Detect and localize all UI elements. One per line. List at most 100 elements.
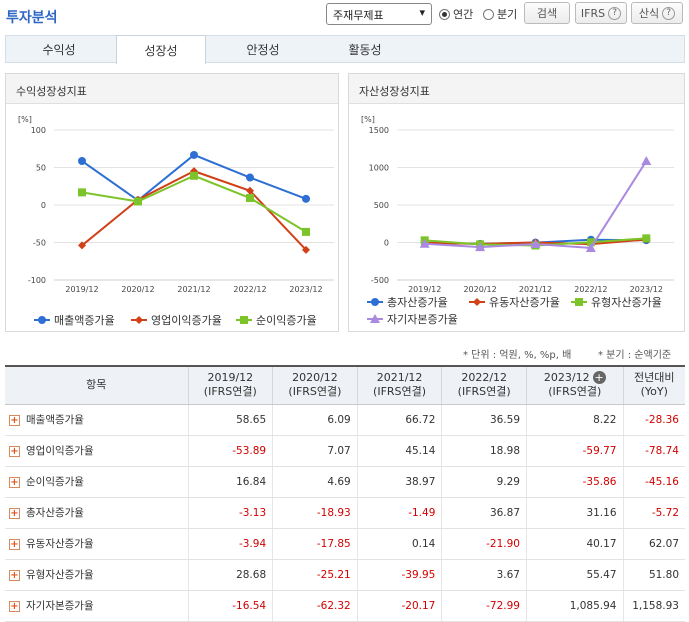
data-point-square bbox=[302, 227, 310, 236]
radio-unchecked-icon bbox=[483, 8, 494, 20]
data-point-diamond bbox=[135, 316, 143, 324]
value-cell: -45.16 bbox=[622, 466, 685, 498]
statement-select-value: 주재무제표 bbox=[333, 9, 384, 22]
search-button-label: 검색 bbox=[536, 7, 558, 20]
tab-activity[interactable]: 활동성 bbox=[320, 36, 410, 63]
value-cell: -53.89 bbox=[187, 435, 273, 467]
data-point-circle bbox=[371, 298, 379, 306]
y-tick-label: 500 bbox=[374, 201, 389, 210]
header-label: 2023/12 bbox=[543, 371, 590, 385]
expand-plus-icon[interactable]: + bbox=[9, 507, 20, 519]
x-tick-label: 2020/12 bbox=[463, 285, 496, 294]
tab-label: 수익성 bbox=[42, 43, 76, 57]
y-tick-label: 1000 bbox=[369, 164, 389, 173]
expand-plus-icon[interactable]: + bbox=[9, 445, 20, 457]
value-cell: 0.14 bbox=[356, 528, 442, 560]
header-label: 2021/12 bbox=[376, 371, 423, 385]
ifrs-button[interactable]: IFRS? bbox=[575, 2, 627, 24]
header-2019: 2019/12 (IFRS연결) bbox=[187, 366, 273, 405]
expand-plus-icon[interactable]: + bbox=[9, 476, 20, 488]
x-tick-label: 2019/12 bbox=[65, 285, 98, 294]
value-cell: 7.07 bbox=[272, 435, 358, 467]
value-cell: -72.99 bbox=[441, 590, 527, 622]
row-label: 유동자산증가율 bbox=[26, 538, 94, 550]
table-row: + 총자산증가율 -3.13 -18.93 -1.49 36.87 31.16 -5.72 bbox=[5, 497, 685, 529]
value-cell: 6.09 bbox=[272, 404, 358, 436]
value-cell: -16.54 bbox=[187, 590, 273, 622]
row-label-cell: + 유형자산증가율 bbox=[5, 559, 188, 591]
header-2022: 2022/12 (IFRS연결) bbox=[441, 366, 527, 405]
radio-quarter-label: 분기 bbox=[497, 8, 518, 21]
table-header-row: 항목 2019/12 (IFRS연결) 2020/12 (IFRS연결) 2021/… bbox=[5, 366, 685, 405]
y-tick-label: 0 bbox=[384, 239, 389, 248]
y-tick-label: -100 bbox=[28, 276, 46, 285]
expand-plus-icon[interactable]: + bbox=[9, 569, 20, 581]
y-axis-unit: [%] bbox=[361, 115, 375, 124]
chart-panel-profit: 수익성장성지표 [%] 100 50 0 -50 -100 2019/12 2020/12 20… bbox=[5, 73, 339, 332]
tab-growth[interactable]: 성장성 bbox=[116, 35, 206, 64]
table-row: + 매출액증가율 58.65 6.09 66.72 36.59 8.22 -28.36 bbox=[5, 404, 685, 436]
value-cell: 40.17 bbox=[526, 528, 623, 560]
radio-quarter[interactable]: 분기 bbox=[483, 6, 517, 22]
radio-annual[interactable]: 연간 bbox=[439, 6, 473, 22]
row-label: 자기자본증가율 bbox=[26, 600, 94, 612]
asset-growth-chart: [%] 1500 1000 500 0 -500 2019/12 2020/12 2021/12… bbox=[361, 115, 674, 326]
x-tick-label: 2022/12 bbox=[233, 285, 266, 294]
y-tick-label: -500 bbox=[371, 276, 389, 285]
data-point-square bbox=[240, 316, 248, 324]
value-cell: 51.80 bbox=[622, 559, 685, 591]
legend-label: 순이익증가율 bbox=[256, 314, 317, 327]
legend-label: 자기자본증가율 bbox=[387, 313, 458, 326]
help-icon: ? bbox=[608, 6, 622, 20]
value-cell: -78.74 bbox=[622, 435, 685, 467]
value-cell: 1,158.93 bbox=[622, 590, 685, 622]
value-cell: -5.72 bbox=[622, 497, 685, 529]
row-label-cell: + 총자산증가율 bbox=[5, 497, 188, 529]
data-point-square bbox=[642, 234, 651, 243]
expand-plus-icon[interactable]: + bbox=[9, 600, 20, 612]
header-2023: 2023/12 + (IFRS연결) bbox=[526, 366, 623, 405]
data-point-circle bbox=[38, 316, 46, 324]
tab-bar: 수익성 성장성 안정성 활동성 bbox=[5, 35, 685, 64]
value-cell: 3.67 bbox=[441, 559, 527, 591]
tab-stability[interactable]: 안정성 bbox=[218, 36, 308, 63]
header-item: 항목 bbox=[5, 366, 188, 405]
chart-title: 자산성장성지표 bbox=[349, 74, 684, 104]
y-axis-unit: [%] bbox=[18, 115, 32, 124]
data-point-square bbox=[575, 298, 583, 306]
statement-select[interactable]: 주재무제표 ▾ bbox=[326, 3, 432, 25]
expand-plus-icon[interactable]: + bbox=[592, 371, 606, 385]
header-sublabel: (IFRS연결) bbox=[373, 385, 427, 399]
data-point-square bbox=[78, 188, 86, 197]
y-tick-label: 100 bbox=[31, 126, 46, 135]
data-point-square bbox=[246, 194, 254, 203]
y-tick-label: 1500 bbox=[369, 126, 389, 135]
value-cell: 36.87 bbox=[441, 497, 527, 529]
legend-label: 유형자산증가율 bbox=[591, 296, 662, 309]
ifrs-button-label: IFRS bbox=[580, 6, 606, 20]
header-2020: 2020/12 (IFRS연결) bbox=[272, 366, 358, 405]
x-tick-label: 2023/12 bbox=[630, 285, 663, 294]
data-point-circle bbox=[78, 157, 86, 166]
x-tick-label: 2019/12 bbox=[408, 285, 441, 294]
legend-label: 매출액증가율 bbox=[54, 314, 115, 327]
data-point-circle bbox=[246, 173, 254, 182]
search-button[interactable]: 검색 bbox=[524, 2, 570, 24]
x-tick-label: 2021/12 bbox=[177, 285, 210, 294]
tab-profitability[interactable]: 수익성 bbox=[14, 36, 104, 63]
table-row: + 영업이익증가율 -53.89 7.07 45.14 18.98 -59.77 -78.74 bbox=[5, 435, 685, 467]
page-title: 투자분석 bbox=[6, 10, 58, 26]
expand-plus-icon[interactable]: + bbox=[9, 414, 20, 426]
data-point-circle bbox=[302, 194, 310, 203]
table-row: + 자기자본증가율 -16.54 -62.32 -20.17 -72.99 1,085.94… bbox=[5, 590, 685, 622]
value-cell: -35.86 bbox=[526, 466, 623, 498]
value-cell: -3.94 bbox=[187, 528, 273, 560]
data-point-circle bbox=[190, 150, 198, 159]
value-cell: 1,085.94 bbox=[526, 590, 623, 622]
value-cell: -21.90 bbox=[441, 528, 527, 560]
value-cell: -3.13 bbox=[187, 497, 273, 529]
formula-button[interactable]: 산식? bbox=[631, 2, 683, 24]
value-cell: 45.14 bbox=[356, 435, 442, 467]
formula-button-label: 산식 bbox=[638, 7, 660, 20]
expand-plus-icon[interactable]: + bbox=[9, 538, 20, 550]
